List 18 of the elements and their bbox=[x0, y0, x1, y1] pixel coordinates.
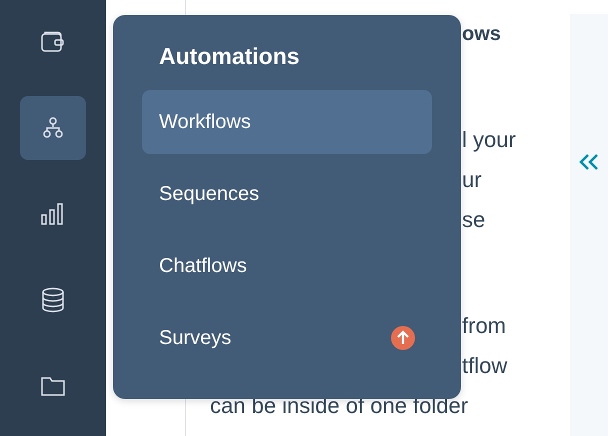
wallet-icon bbox=[40, 30, 66, 54]
heading-text: ows bbox=[462, 22, 501, 47]
sidebar-item[interactable] bbox=[20, 96, 86, 160]
body-text: se bbox=[462, 206, 486, 234]
hierarchy-icon bbox=[42, 117, 64, 139]
body-text: ur bbox=[462, 166, 482, 194]
database-icon bbox=[41, 287, 65, 313]
menu-item[interactable]: Workflows bbox=[142, 90, 432, 154]
bar-chart-icon bbox=[40, 202, 66, 226]
body-text: tflow bbox=[462, 352, 508, 380]
menu-title: Automations bbox=[159, 43, 300, 70]
body-text: l your bbox=[462, 126, 516, 154]
folder-icon bbox=[40, 375, 66, 397]
double-chevron-icon bbox=[579, 152, 599, 170]
menu-item[interactable]: Sequences bbox=[142, 162, 432, 226]
menu-item[interactable]: Chatflows bbox=[142, 234, 432, 298]
menu-item[interactable]: Surveys bbox=[142, 306, 432, 370]
body-text: from bbox=[462, 312, 506, 340]
